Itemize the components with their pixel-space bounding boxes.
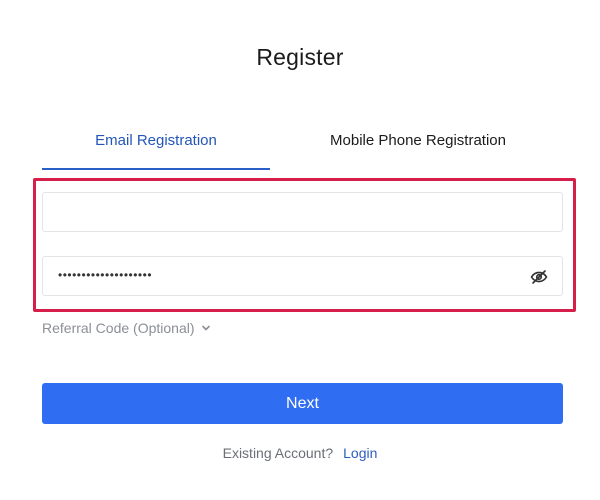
next-button[interactable]: Next <box>42 383 563 424</box>
existing-account-text: Existing Account? <box>222 445 334 461</box>
register-page: Register Email Registration Mobile Phone… <box>0 0 600 500</box>
tab-mobile-phone-registration-label: Mobile Phone Registration <box>330 132 506 149</box>
email-input[interactable] <box>43 193 562 231</box>
page-title: Register <box>256 44 344 70</box>
password-input[interactable] <box>43 257 562 295</box>
login-prompt: Existing Account? Login <box>0 445 600 461</box>
chevron-down-icon <box>201 320 211 336</box>
tab-mobile-phone-registration[interactable]: Mobile Phone Registration <box>300 128 536 170</box>
password-field[interactable]: •••••••••••••••••••• <box>42 256 563 296</box>
referral-code-toggle[interactable]: Referral Code (Optional) <box>42 320 211 336</box>
referral-code-label: Referral Code (Optional) <box>42 320 195 336</box>
tab-email-registration-label: Email Registration <box>95 132 217 149</box>
registration-tabs: Email Registration Mobile Phone Registra… <box>42 128 570 170</box>
email-field[interactable] <box>42 192 563 232</box>
login-link[interactable]: Login <box>343 445 377 461</box>
eye-slash-icon[interactable] <box>530 268 548 286</box>
active-tab-indicator <box>42 168 270 170</box>
tab-email-registration[interactable]: Email Registration <box>42 128 270 170</box>
